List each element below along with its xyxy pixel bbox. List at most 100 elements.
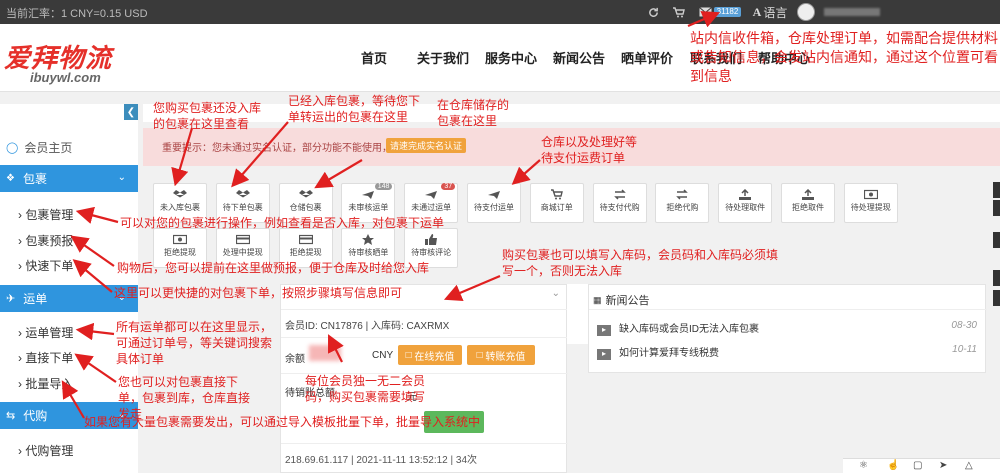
- thumbs-icon: [405, 234, 457, 245]
- quick-action-label: 待下单包裹: [222, 203, 263, 212]
- quick-action-label: 未通过运单: [411, 203, 452, 212]
- avatar[interactable]: [796, 0, 816, 24]
- card-icon: [217, 234, 269, 245]
- language-button[interactable]: A 语言: [750, 0, 790, 24]
- nav-reviews[interactable]: 晒单评价: [621, 48, 673, 67]
- cart-icon[interactable]: [668, 0, 690, 24]
- exchange-icon: ⇆: [6, 410, 16, 422]
- annotation-quick-order: 这里可以更快捷的对包裹下单，按照步骤填写信息即可: [114, 286, 403, 300]
- rocket-icon[interactable]: ⚛: [859, 460, 868, 471]
- quick-action-label: 未入库包裹: [160, 203, 200, 212]
- sidebar-item-package-forecast[interactable]: › 包裹预报: [18, 232, 73, 249]
- annotation-forecast: 购物后，您可以提前在这里做预报，便于仓库及时给您入库: [117, 261, 430, 275]
- alert-text: 重要提示：您未通过实名认证，部分功能不能使用，: [162, 143, 392, 154]
- recorder-toolbar: ⚛ ☝ ▢ ➤ △: [843, 458, 1000, 473]
- quick-action-label: 待审核评论: [411, 248, 452, 257]
- quick-action-button[interactable]: 待支付运单: [467, 183, 521, 223]
- sidebar-item-direct-order[interactable]: › 直接下单: [18, 349, 73, 366]
- nav-home[interactable]: 首页: [361, 48, 387, 67]
- nav-about[interactable]: 关于我们: [417, 48, 469, 67]
- quick-action-button[interactable]: 商城订单: [529, 183, 584, 223]
- refresh-icon[interactable]: [644, 0, 662, 24]
- quick-action-button[interactable]: 待处理取件: [718, 183, 773, 223]
- side-tool-3[interactable]: [993, 232, 1000, 248]
- card-icon: [280, 234, 332, 245]
- annotation-member-id: 每位会员独一无二会员码，购买包裹需要填写: [305, 374, 426, 404]
- nav-service[interactable]: 服务中心: [485, 48, 537, 67]
- verify-button[interactable]: 请速完成实名认证: [386, 138, 467, 153]
- sidebar-item-batch-import[interactable]: › 批量导入: [18, 375, 73, 392]
- news-panel: ▦ 新闻公告 ▸ 缺入库码或会员ID无法入库包裹 08-30 ▸ 如何计算爱拜专线税…: [588, 284, 987, 373]
- trash-icon[interactable]: ▢: [913, 460, 922, 471]
- quick-action-label: 待支付运单: [474, 203, 514, 212]
- star-icon: [342, 234, 394, 245]
- annotation-waybill-manage: 所有运单都可以在这里显示，可通过订单号，等关键词搜索具体订单: [116, 320, 273, 366]
- count-badge: 37: [441, 183, 456, 190]
- sidebar-item-quick-order[interactable]: › 快速下单: [18, 257, 73, 274]
- envelope-icon: [698, 7, 712, 17]
- news-item[interactable]: ▸ 缺入库码或会员ID无法入库包裹 08-30: [597, 320, 977, 336]
- dropbox-icon: ❖: [6, 173, 15, 184]
- thumbs-icon[interactable]: ☝: [887, 460, 899, 471]
- mail-count-badge: 31182: [713, 7, 742, 17]
- annotation-stored: 在仓库储存的包裹在这里: [437, 98, 510, 128]
- sidebar-item-purchase-manage[interactable]: › 代购管理: [18, 442, 73, 459]
- transfer-recharge-button[interactable]: □ 转账充值: [467, 345, 535, 365]
- exchange-rate: 当前汇率：1 CNY=0.15 USD: [6, 8, 148, 20]
- mailbox-button[interactable]: 31182: [698, 0, 742, 24]
- megaphone-icon: ▸: [597, 349, 611, 360]
- quick-action-label: 处理中提现: [222, 248, 263, 257]
- plane-icon: ✈: [6, 293, 16, 305]
- main-top-bar: [143, 104, 1000, 122]
- quick-action-button[interactable]: 拒绝代购: [655, 183, 710, 223]
- annotation-batch-import: 如果您有大量包裹需要发出，可以通过导入模板批量下单，批量导入系统中: [84, 415, 481, 429]
- side-tool-4[interactable]: [993, 270, 1000, 286]
- quick-action-label: 待处理取件: [725, 203, 766, 212]
- sidebar-item-home[interactable]: ◯ 会员主页: [0, 135, 138, 159]
- quick-action-button[interactable]: 待处理提现: [843, 183, 898, 223]
- quick-action-label: 商城订单: [540, 203, 573, 212]
- sidebar-item-package-manage[interactable]: › 包裹管理: [18, 206, 73, 223]
- quick-action-label: 拒绝提现: [289, 248, 322, 257]
- plane-icon: [342, 189, 394, 200]
- quick-action-button[interactable]: 待支付代购: [592, 183, 647, 223]
- upload-icon: [782, 189, 834, 200]
- font-icon: A: [752, 4, 762, 19]
- dropbox-icon: [280, 189, 332, 200]
- warehouse-code: 入库码: CAXRMX: [370, 321, 450, 332]
- exchange-icon: [594, 189, 646, 200]
- quick-action-label: 待处理提现: [850, 203, 891, 212]
- sidebar-item-waybill-manage[interactable]: › 运单管理: [18, 324, 73, 341]
- quick-action-button[interactable]: 拒绝取件: [781, 183, 835, 223]
- quick-action-label: 拒绝代购: [666, 203, 699, 212]
- send-icon[interactable]: ➤: [939, 460, 947, 471]
- quick-action-label: 待支付代购: [599, 203, 640, 212]
- side-tool-2[interactable]: [993, 200, 1000, 216]
- sidebar-collapse-button[interactable]: ❮: [124, 104, 138, 120]
- member-id: 会员ID: CN17876: [285, 321, 363, 332]
- username[interactable]: [822, 0, 882, 24]
- cart-icon: [531, 189, 583, 200]
- annotation-pending-order: 已经入库包裹，等待您下单转运出的包裹在这里: [288, 94, 421, 124]
- balance-value: [309, 345, 341, 361]
- currency: CNY: [372, 350, 394, 361]
- quick-action-label: 待审核晒单: [348, 248, 389, 257]
- megaphone-icon: ▸: [597, 325, 611, 336]
- plane-icon: [468, 189, 520, 200]
- news-title: 新闻公告: [605, 295, 650, 307]
- side-tool-5[interactable]: [993, 290, 1000, 306]
- annotation-package-manage: 可以对您的包裹进行操作，例如查看是否入库，对包裹下运单: [120, 216, 445, 230]
- top-bar: 当前汇率：1 CNY=0.15 USD 31182 A 语言: [0, 0, 1000, 24]
- annotation-mailbox: 站内信收件箱，仓库处理订单，如需配合提供材料或告知信息，会发站内信通知，通过这个…: [690, 30, 998, 84]
- news-item[interactable]: ▸ 如何计算爱拜专线税费 10-11: [597, 344, 977, 360]
- side-tool-1[interactable]: [993, 182, 1000, 198]
- sidebar-section-package[interactable]: ❖ 包裹 ⌄: [0, 165, 138, 192]
- bell-icon[interactable]: △: [965, 460, 973, 471]
- recharge-online-button[interactable]: □ 在线充值: [398, 345, 462, 365]
- home-icon: ◯: [6, 141, 19, 154]
- annotation-awaiting-payment: 仓库以及处理好等待支付运费订单: [541, 135, 638, 165]
- chevron-down-icon[interactable]: ⌄: [552, 288, 560, 299]
- nav-news[interactable]: 新闻公告: [553, 48, 605, 67]
- exchange-icon: [656, 189, 708, 200]
- upload-icon: [719, 189, 771, 200]
